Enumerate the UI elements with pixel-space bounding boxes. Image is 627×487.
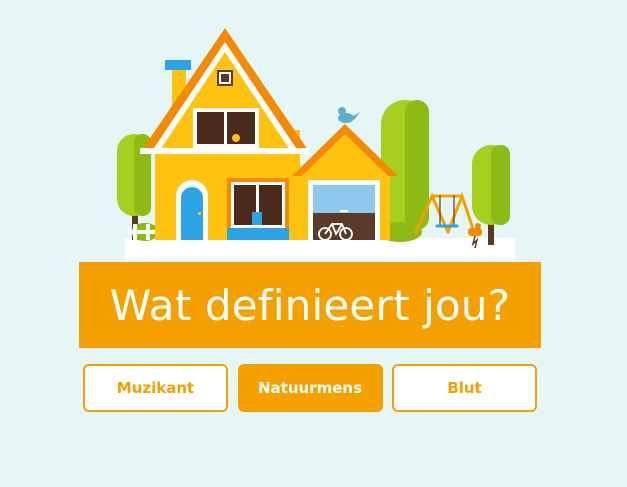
choice-muzikant-button[interactable]: Muzikant	[83, 364, 228, 412]
question-banner: Wat definieert jou?	[79, 262, 541, 348]
choice-natuurmens-button[interactable]: Natuurmens	[237, 364, 383, 412]
house-icon	[140, 28, 310, 240]
bird-icon	[338, 107, 360, 123]
choice-blut-button[interactable]: Blut	[392, 364, 537, 412]
ground	[125, 238, 515, 262]
answer-choices: Muzikant Natuurmens Blut	[83, 364, 537, 412]
house-illustration	[117, 28, 515, 262]
question-title: Wat definieert jou?	[109, 280, 511, 330]
